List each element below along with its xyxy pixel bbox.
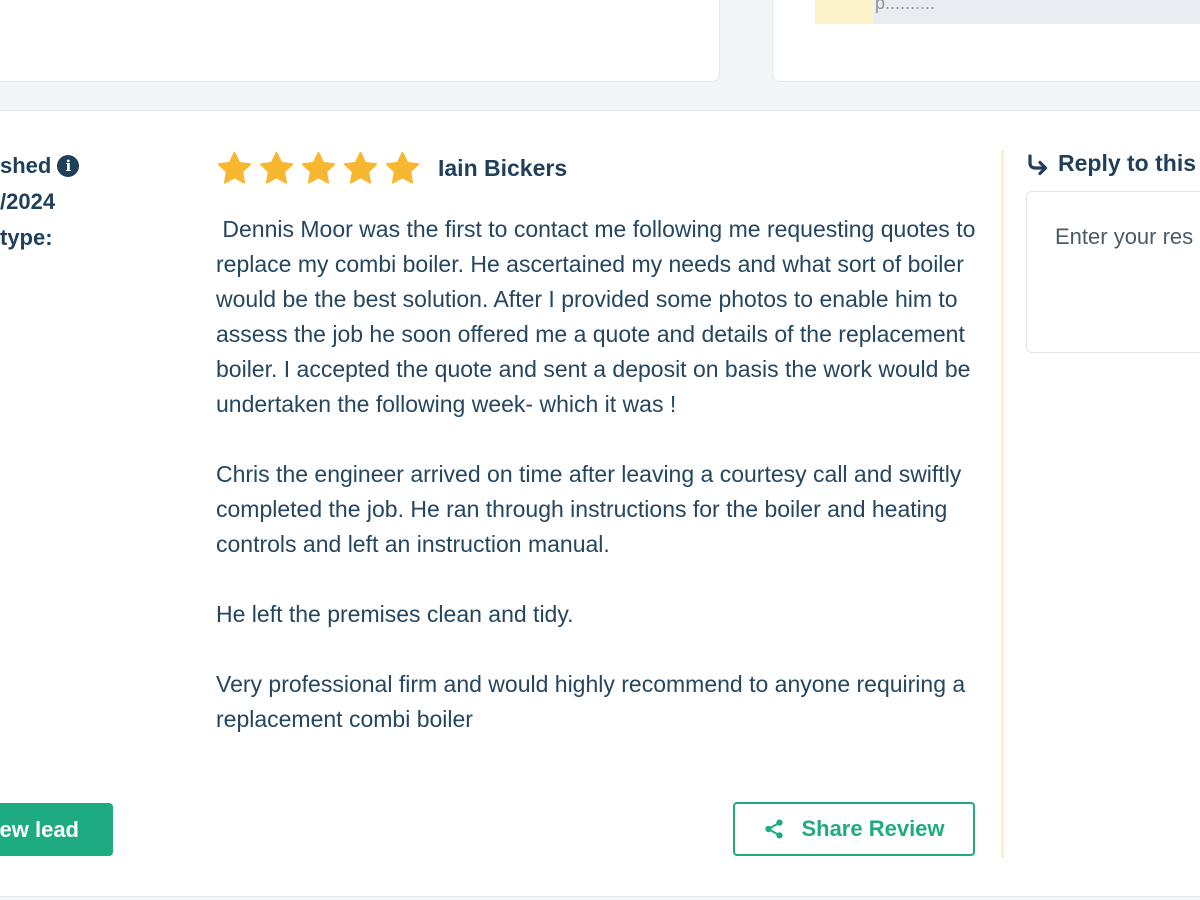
- share-icon: [765, 819, 784, 839]
- progress-bar: p..........: [815, 0, 1200, 24]
- column-divider: [1001, 150, 1004, 858]
- share-review-label: Share Review: [801, 816, 945, 841]
- star-rating: [216, 150, 421, 187]
- review-type-label: type:: [0, 225, 53, 250]
- review-paragraph: He left the premises clean and tidy.: [216, 601, 574, 627]
- review-paragraph: Dennis Moor was the first to contact me …: [216, 216, 982, 417]
- star-icon: [385, 151, 420, 184]
- reviewer-name: Iain Bickers: [438, 155, 568, 181]
- view-lead-button[interactable]: ew lead: [0, 803, 113, 856]
- share-review-button[interactable]: Share Review: [733, 802, 975, 856]
- progress-fill: [815, 0, 874, 24]
- published-date: /2024: [0, 189, 56, 214]
- review-page: p.......... shed i /2024 type: ew lead I…: [0, 0, 1200, 900]
- info-icon[interactable]: i: [57, 155, 80, 177]
- star-icon: [259, 151, 294, 184]
- reply-title-text: Reply to this: [1058, 150, 1197, 176]
- reply-input[interactable]: [1026, 191, 1200, 353]
- review-paragraph: Very professional firm and would highly …: [216, 671, 972, 732]
- published-text: shed: [0, 153, 52, 178]
- top-card-right: p..........: [772, 0, 1200, 82]
- reply-arrow-icon: [1028, 153, 1048, 175]
- star-icon: [343, 151, 378, 184]
- progress-text: p..........: [875, 0, 936, 13]
- review-paragraph: Chris the engineer arrived on time after…: [216, 461, 968, 557]
- star-icon: [217, 151, 252, 184]
- review-text: Dennis Moor was the first to contact me …: [216, 212, 986, 737]
- star-icon: [301, 151, 336, 184]
- top-card-left: [0, 0, 720, 82]
- reply-title: Reply to this: [1026, 150, 1196, 177]
- published-label: shed i: [0, 153, 80, 179]
